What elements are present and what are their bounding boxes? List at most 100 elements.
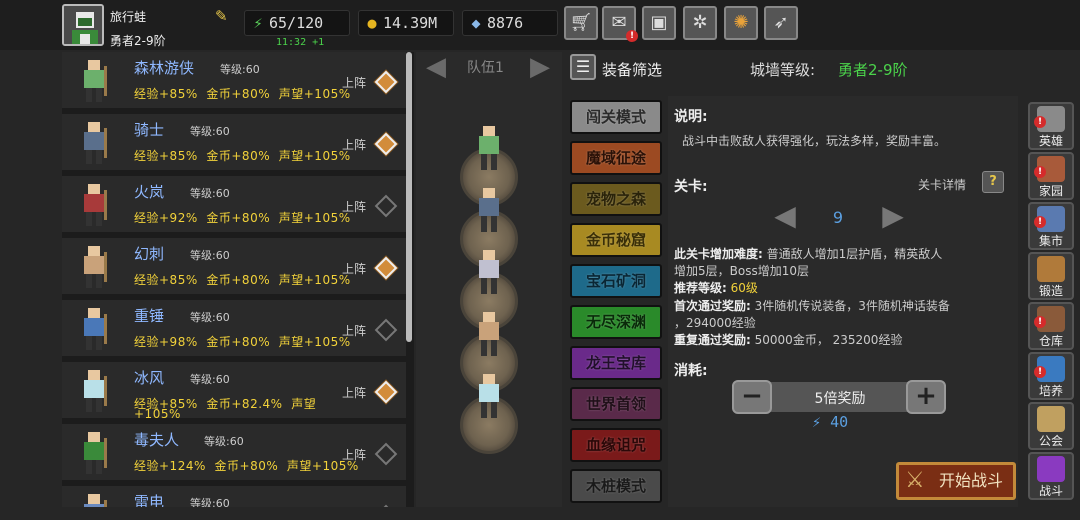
hero-deploy-label[interactable]: 上阵 [342, 198, 366, 215]
side-nav-label: 战斗 [1038, 484, 1063, 498]
mode-button[interactable]: 金币秘窟 [570, 223, 662, 257]
hero-deploy-label[interactable]: 上阵 [342, 74, 366, 91]
hero-gold-bonus: 金币+82.4% [206, 397, 283, 411]
side-nav-label: 英雄 [1038, 134, 1063, 148]
mode-button[interactable]: 世界首领 [570, 387, 662, 421]
hero-row[interactable]: 毒夫人 等级:60 经验+124% 金币+80% 声望+105% 上阵 [62, 424, 406, 482]
hero-gold-bonus: 金币+80% [206, 273, 271, 287]
hero-list-scrollbar[interactable] [406, 52, 412, 342]
side-nav-item[interactable]: ! 英雄 [1028, 102, 1074, 150]
team-label: 队伍1 [467, 60, 504, 76]
gamepad-icon: ▣ [650, 12, 668, 33]
hero-deploy-diamond-icon[interactable] [374, 380, 398, 404]
stage-prev-arrow-icon[interactable]: ◀ [770, 200, 800, 232]
equipment-filter-label[interactable]: 装备筛选 [602, 59, 662, 80]
knight-portrait-icon [64, 6, 102, 44]
mode-button[interactable]: 龙王宝库 [570, 346, 662, 380]
multiplier-plus-button[interactable]: + [906, 380, 946, 414]
repeat-reward-label: 重复通过奖励: [674, 333, 751, 347]
hero-deploy-label[interactable]: 上阵 [342, 260, 366, 277]
settings-button[interactable]: ✲ [683, 6, 717, 40]
equipment-filter-button[interactable]: ☰ [570, 54, 596, 80]
player-avatar[interactable] [62, 4, 104, 46]
side-nav-item[interactable]: ! 仓库 [1028, 302, 1074, 350]
hero-deploy-diamond-icon[interactable] [374, 504, 398, 507]
hero-stats: 经验+85% 金币+80% 声望+105% [134, 147, 351, 164]
hero-deploy-diamond-icon[interactable] [374, 318, 398, 342]
gacha-button[interactable]: ✺ [724, 6, 758, 40]
side-nav-item[interactable]: 锻造 [1028, 252, 1074, 300]
hero-sprite-icon [84, 308, 107, 350]
mode-button[interactable]: 无尽深渊 [570, 305, 662, 339]
mode-button[interactable]: 宝石矿洞 [570, 264, 662, 298]
side-nav-item[interactable]: 战斗 [1028, 452, 1074, 500]
hero-deploy-label[interactable]: 上阵 [342, 384, 366, 401]
hero-fame-bonus-wrap: +105% [134, 407, 181, 421]
hero-deploy-diamond-icon[interactable] [374, 132, 398, 156]
team-prev-arrow-icon[interactable]: ◀ [420, 52, 452, 82]
game-button[interactable]: ▣ [642, 6, 676, 40]
wall-level-value: 勇者2-9阶 [838, 61, 908, 79]
feather-button[interactable]: ➶ [764, 6, 798, 40]
stage-detail-label[interactable]: 关卡详情 [918, 176, 966, 193]
hero-deploy-diamond-icon[interactable] [374, 70, 398, 94]
shop-button[interactable]: 🛒︎ [564, 6, 598, 40]
team-hero-sprite-icon [479, 374, 499, 418]
hero-row[interactable]: 冰风 等级:60 经验+85% 金币+82.4% 声望 +105% 上阵 [62, 362, 406, 421]
gold-value: 14.39M [383, 14, 438, 32]
stage-help-icon[interactable]: ? [982, 171, 1004, 193]
hero-deploy-label[interactable]: 上阵 [342, 136, 366, 153]
hero-fame-bonus: 声望+105% [278, 149, 351, 163]
hero-gold-bonus: 金币+80% [206, 87, 271, 101]
multiplier-minus-button[interactable]: − [732, 380, 772, 414]
side-nav-icon [1037, 256, 1065, 282]
start-battle-button[interactable]: ⚔ 开始战斗 [896, 462, 1016, 500]
team-hero-sprite-icon [479, 250, 499, 294]
multiplier-label: 5倍奖励 [814, 391, 866, 407]
hero-xp-bonus: 经验+92% [134, 211, 198, 225]
mode-button[interactable]: 血缘诅咒 [570, 428, 662, 462]
hero-row[interactable]: 森林游侠 等级:60 经验+85% 金币+80% 声望+105% 上阵 [62, 52, 406, 110]
mail-button[interactable]: ✉! [602, 6, 638, 42]
gold-coin-icon: ● [367, 14, 377, 32]
side-nav-item[interactable]: ! 培养 [1028, 352, 1074, 400]
team-next-arrow-icon[interactable]: ▶ [524, 52, 556, 82]
hero-xp-bonus: 经验+124% [134, 459, 206, 473]
player-name: 旅行蛙 [110, 10, 147, 24]
hero-stats: 经验+124% 金币+80% 声望+105% [134, 457, 359, 474]
hero-deploy-diamond-icon[interactable] [374, 442, 398, 466]
mode-button[interactable]: 魔域征途 [570, 141, 662, 175]
mode-button[interactable]: 木桩模式 [570, 469, 662, 503]
hero-list[interactable]: 森林游侠 等级:60 经验+85% 金币+80% 声望+105% 上阵 骑士 等级:60 经… [62, 52, 414, 507]
side-nav-item[interactable]: ! 集市 [1028, 202, 1074, 250]
stamina-value: 65/120 [269, 14, 324, 32]
hero-sprite-icon [84, 370, 107, 412]
mail-icon: ✉ [611, 12, 627, 33]
hero-deploy-label[interactable]: 上阵 [342, 322, 366, 339]
hero-deploy-diamond-icon[interactable] [374, 194, 398, 218]
hero-name: 雷电 [134, 493, 165, 507]
mode-button[interactable]: 闯关模式 [570, 100, 662, 134]
team-hero-sprite-icon [479, 188, 499, 232]
hero-fame-bonus: 声望 [291, 397, 317, 411]
hero-row[interactable]: 幻刺 等级:60 经验+85% 金币+80% 声望+105% 上阵 [62, 238, 406, 296]
stamina-display: ⚡ 65/120 [244, 10, 350, 36]
side-nav-label: 家园 [1038, 184, 1063, 198]
hero-fame-bonus: 声望+105% [278, 335, 351, 349]
cart-icon: 🛒︎ [569, 12, 593, 33]
edit-name-icon[interactable]: ✎ [215, 8, 231, 24]
hero-row[interactable]: 骑士 等级:60 经验+85% 金币+80% 声望+105% 上阵 [62, 114, 406, 172]
hero-deploy-diamond-icon[interactable] [374, 256, 398, 280]
hero-row[interactable]: 雷电 等级:60 [62, 486, 406, 507]
first-reward-text-1: 3件随机传说装备，3件随机神话装备 [754, 299, 950, 313]
mode-button[interactable]: 宠物之森 [570, 182, 662, 216]
player-rank: 勇者2-9阶 [110, 34, 166, 48]
hero-row[interactable]: 重锤 等级:60 经验+98% 金币+80% 声望+105% 上阵 [62, 300, 406, 358]
hero-deploy-label[interactable]: 上阵 [342, 446, 366, 463]
stage-next-arrow-icon[interactable]: ▶ [878, 200, 908, 232]
hero-level: 等级:60 [190, 497, 230, 507]
side-nav-item[interactable]: 公会 [1028, 402, 1074, 450]
team-hero-sprite-icon [479, 126, 499, 170]
hero-row[interactable]: 火岚 等级:60 经验+92% 金币+80% 声望+105% 上阵 [62, 176, 406, 234]
side-nav-item[interactable]: ! 家园 [1028, 152, 1074, 200]
